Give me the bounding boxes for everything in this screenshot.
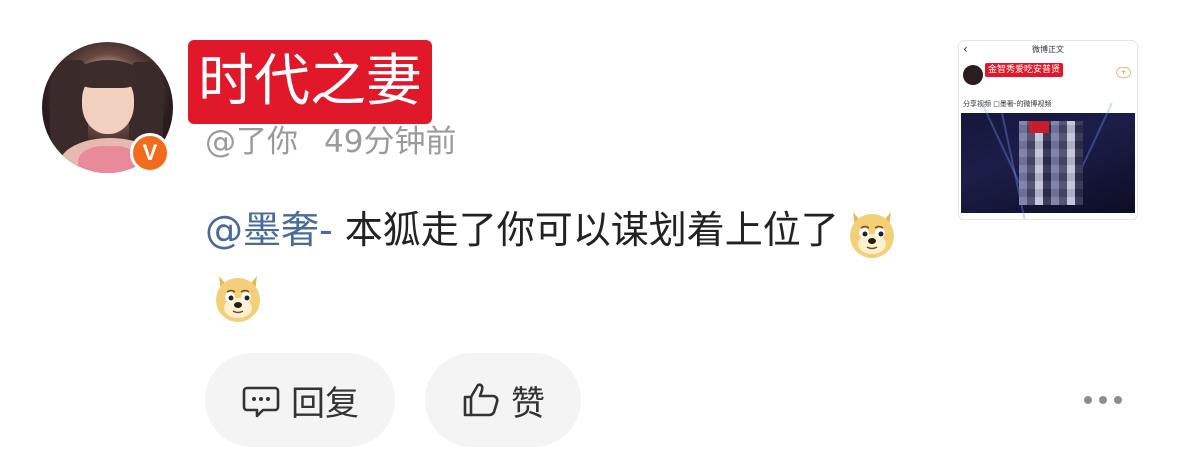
- like-button[interactable]: 赞: [425, 353, 581, 447]
- more-options-icon[interactable]: [1084, 396, 1122, 404]
- thumbnail-avatar: [963, 65, 983, 85]
- verified-badge-icon: V: [130, 133, 170, 173]
- post-thumbnail[interactable]: ‹ 微博正文 金智秀爱吃安普贤 + 分享视频 □墨奢-的微博视频: [958, 40, 1138, 220]
- doge-icon: [216, 275, 260, 322]
- user-name[interactable]: 时代之妻: [188, 40, 432, 124]
- user-handle[interactable]: @了你: [205, 124, 298, 160]
- thumbnail-follow-button: +: [1115, 67, 1131, 78]
- thumbnail-video: [961, 102, 1135, 219]
- blurred-image: [1019, 121, 1083, 205]
- comment-meta: @了你 49分钟前: [205, 120, 456, 164]
- thumbs-up-icon: [463, 383, 499, 417]
- reply-button[interactable]: 回复: [205, 353, 395, 447]
- thumbnail-caption: 分享视频 □墨奢-的微博视频: [963, 100, 1052, 108]
- comment-icon: [242, 386, 280, 418]
- thumbnail-poster-name: 金智秀爱吃安普贤: [985, 63, 1064, 77]
- comment-time: 49分钟前: [324, 124, 457, 160]
- reply-label: 回复: [291, 383, 359, 424]
- mention-link[interactable]: @墨奢-: [205, 208, 333, 252]
- thumbnail-header: 微博正文: [1032, 45, 1064, 54]
- comment-card: V 时代之妻 @了你 49分钟前 @墨奢- 本狐走了你可以谋划着上位了 ‹ 微博…: [0, 0, 1179, 460]
- doge-icon: [849, 211, 894, 258]
- comment-text: @墨奢- 本狐走了你可以谋划着上位了: [205, 198, 925, 326]
- like-label: 赞: [511, 383, 545, 424]
- comment-body: 本狐走了你可以谋划着上位了: [332, 208, 839, 252]
